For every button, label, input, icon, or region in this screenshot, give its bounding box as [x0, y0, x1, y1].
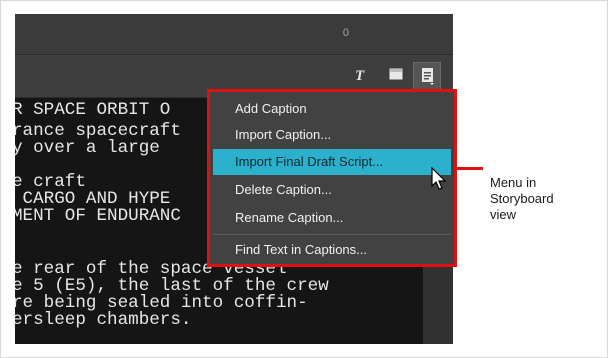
menu-item-add-caption[interactable]: Add Caption: [213, 96, 451, 122]
captions-dropdown-menu: Add Caption Import Caption... Import Fin…: [207, 89, 457, 267]
script-line: R SPACE ORBIT O: [15, 100, 171, 120]
menu-item-delete-caption[interactable]: Delete Caption...: [213, 177, 451, 203]
top-panel-value: 0: [342, 27, 349, 39]
script-line: ersleep chambers.: [15, 310, 192, 330]
menu-item-import-caption[interactable]: Import Caption...: [213, 122, 451, 148]
menu-item-import-final-draft-script[interactable]: Import Final Draft Script...: [213, 149, 451, 175]
mouse-cursor-icon: [431, 166, 447, 196]
menu-item-find-text-in-captions[interactable]: Find Text in Captions...: [213, 237, 451, 263]
menu-item-rename-caption[interactable]: Rename Caption...: [213, 205, 451, 231]
figure-frame: 0 T R SPACE ORBIT O rance spacecraft y o…: [0, 0, 608, 358]
top-panel: 0: [15, 14, 453, 55]
script-line: y over a large: [15, 138, 160, 158]
callout-line: [457, 167, 483, 170]
text-tool-icon[interactable]: T: [355, 67, 364, 85]
square-icon[interactable]: [389, 67, 403, 85]
script-line: MENT OF ENDURANC: [15, 206, 181, 226]
document-menu-icon[interactable]: [421, 67, 435, 85]
callout-label: Menu in Storyboard view: [490, 175, 554, 222]
menu-divider: [213, 234, 451, 235]
